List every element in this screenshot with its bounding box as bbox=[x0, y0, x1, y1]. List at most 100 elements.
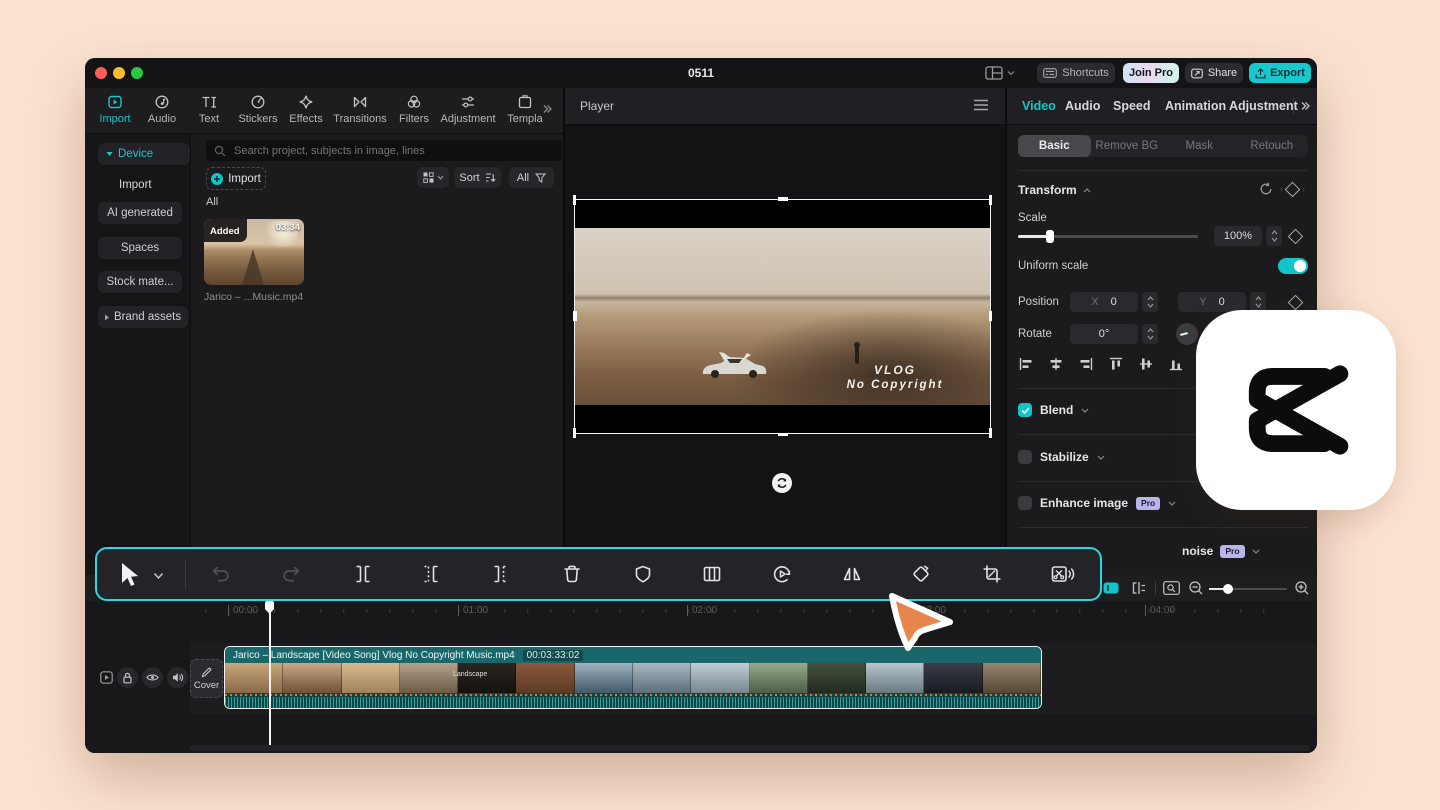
delete-tool-icon[interactable] bbox=[560, 562, 584, 586]
tab-audio[interactable]: Audio bbox=[143, 94, 181, 125]
scale-keyframe-control[interactable] bbox=[1290, 229, 1301, 243]
tab-templates[interactable]: Templa bbox=[503, 94, 547, 125]
transform-section-header[interactable]: Transform bbox=[1018, 182, 1091, 198]
timeline-zoom-slider[interactable] bbox=[1209, 588, 1287, 590]
tab-effects[interactable]: Effects bbox=[285, 94, 327, 125]
subtab-mask[interactable]: Mask bbox=[1163, 135, 1236, 157]
handle-top-left[interactable] bbox=[573, 195, 576, 205]
stabilize-checkbox[interactable] bbox=[1018, 450, 1032, 464]
tab-video[interactable]: Video bbox=[1022, 99, 1056, 113]
handle-bottom-right[interactable] bbox=[989, 428, 992, 438]
delete-right-tool-icon[interactable] bbox=[489, 562, 513, 586]
subtab-retouch[interactable]: Retouch bbox=[1236, 135, 1309, 157]
enhance-image-row[interactable]: Enhance image Pro bbox=[1018, 495, 1176, 511]
tab-text[interactable]: Text bbox=[191, 94, 227, 125]
uniform-scale-toggle[interactable] bbox=[1278, 258, 1308, 274]
handle-left[interactable] bbox=[573, 311, 577, 321]
align-left-icon[interactable] bbox=[1018, 356, 1034, 372]
chevron-down-icon[interactable] bbox=[1097, 455, 1105, 460]
export-button[interactable]: Export bbox=[1249, 63, 1311, 83]
search-bar[interactable] bbox=[206, 140, 562, 161]
position-y-stepper[interactable] bbox=[1250, 292, 1266, 312]
tab-audio-inspector[interactable]: Audio bbox=[1065, 99, 1100, 113]
tab-transitions[interactable]: Transitions bbox=[329, 94, 391, 125]
filter-button[interactable]: All bbox=[509, 167, 554, 188]
sidebar-item-spaces[interactable]: Spaces bbox=[98, 237, 182, 259]
sidebar-item-import[interactable]: Import bbox=[119, 176, 152, 194]
delete-left-tool-icon[interactable] bbox=[419, 562, 443, 586]
reset-icon[interactable] bbox=[1259, 182, 1273, 196]
tab-stickers[interactable]: Stickers bbox=[233, 94, 283, 125]
rotate-field[interactable]: 0° bbox=[1070, 324, 1138, 344]
import-button[interactable]: Import bbox=[206, 167, 266, 190]
search-input[interactable] bbox=[232, 144, 536, 158]
handle-top[interactable] bbox=[778, 197, 788, 201]
view-mode-button[interactable] bbox=[417, 167, 449, 188]
handle-top-right[interactable] bbox=[989, 195, 992, 205]
blend-row[interactable]: Blend bbox=[1018, 402, 1089, 418]
chevron-down-icon[interactable] bbox=[1081, 408, 1089, 413]
rotate-knob[interactable] bbox=[1176, 323, 1198, 345]
blend-checkbox[interactable] bbox=[1018, 403, 1032, 417]
media-tabs-overflow-chevron[interactable] bbox=[542, 104, 552, 114]
media-clip-card[interactable]: Added 03:34 bbox=[204, 219, 304, 285]
track-lock-button[interactable] bbox=[117, 667, 138, 688]
position-x-field[interactable]: X 0 bbox=[1070, 292, 1138, 312]
timeline-preview-icon[interactable] bbox=[1163, 581, 1180, 595]
scale-value[interactable]: 100% bbox=[1214, 226, 1262, 246]
crop-tool-icon[interactable] bbox=[980, 562, 1004, 586]
rotate-handle[interactable] bbox=[772, 473, 792, 493]
select-tool-chevron-icon[interactable] bbox=[153, 572, 164, 580]
video-frame[interactable]: VLOG No Copyright bbox=[575, 200, 990, 433]
tab-adjustment[interactable]: Adjustment bbox=[437, 94, 499, 125]
tab-filters[interactable]: Filters bbox=[395, 94, 433, 125]
share-button[interactable]: Share bbox=[1185, 63, 1243, 83]
subtab-basic[interactable]: Basic bbox=[1018, 135, 1091, 157]
playhead[interactable] bbox=[264, 601, 275, 746]
handle-bottom[interactable] bbox=[778, 433, 788, 437]
zoom-out-icon[interactable] bbox=[1189, 581, 1203, 595]
handle-bottom-left[interactable] bbox=[573, 428, 576, 438]
position-y-field[interactable]: Y 0 bbox=[1178, 292, 1246, 312]
timeline-scrollbar[interactable] bbox=[190, 745, 1310, 751]
auto-gap-icon[interactable] bbox=[1131, 581, 1147, 595]
align-middle-vertical-icon[interactable] bbox=[1138, 356, 1154, 372]
cover-button[interactable]: Cover bbox=[190, 659, 223, 698]
main-track-magnet-icon[interactable] bbox=[1103, 582, 1119, 594]
inspector-tabs-overflow-chevron[interactable] bbox=[1300, 101, 1310, 111]
position-x-stepper[interactable] bbox=[1142, 292, 1158, 312]
align-top-icon[interactable] bbox=[1108, 356, 1124, 372]
tab-adjustment-inspector[interactable]: Adjustment bbox=[1229, 99, 1298, 113]
scale-stepper[interactable] bbox=[1266, 226, 1282, 246]
align-center-horizontal-icon[interactable] bbox=[1048, 356, 1064, 372]
sort-button[interactable]: Sort bbox=[454, 167, 501, 188]
track-hide-button[interactable] bbox=[142, 667, 163, 688]
subtab-remove-bg[interactable]: Remove BG bbox=[1091, 135, 1164, 157]
align-bottom-icon[interactable] bbox=[1168, 356, 1184, 372]
freeze-frame-tool-icon[interactable] bbox=[700, 562, 724, 586]
rotate-tool-icon[interactable] bbox=[909, 562, 933, 586]
mirror-tool-icon[interactable] bbox=[840, 562, 864, 586]
rotate-stepper[interactable] bbox=[1142, 324, 1158, 344]
position-keyframe-control[interactable] bbox=[1290, 295, 1301, 309]
handle-right[interactable] bbox=[989, 311, 993, 321]
sidebar-item-device[interactable]: Device bbox=[98, 143, 190, 165]
scale-slider-handle[interactable] bbox=[1046, 230, 1054, 243]
player-menu-icon[interactable] bbox=[973, 99, 989, 111]
chevron-down-icon[interactable] bbox=[1252, 549, 1260, 554]
stabilize-row[interactable]: Stabilize bbox=[1018, 449, 1105, 465]
sidebar-item-stock-materials[interactable]: Stock mate... bbox=[98, 271, 182, 293]
select-tool-icon[interactable] bbox=[115, 561, 141, 589]
scale-slider[interactable] bbox=[1018, 235, 1198, 238]
split-tool-icon[interactable] bbox=[351, 562, 375, 586]
track-mute-button[interactable] bbox=[167, 667, 188, 688]
align-right-icon[interactable] bbox=[1078, 356, 1094, 372]
shortcuts-button[interactable]: Shortcuts bbox=[1037, 63, 1115, 83]
zoom-slider-handle[interactable] bbox=[1223, 584, 1233, 594]
tab-speed[interactable]: Speed bbox=[1113, 99, 1151, 113]
chevron-down-icon[interactable] bbox=[1168, 501, 1176, 506]
undo-icon[interactable] bbox=[209, 562, 233, 586]
extract-audio-tool-icon[interactable] bbox=[1049, 562, 1075, 586]
join-pro-button[interactable]: Join Pro bbox=[1123, 63, 1179, 83]
enhance-image-checkbox[interactable] bbox=[1018, 496, 1032, 510]
